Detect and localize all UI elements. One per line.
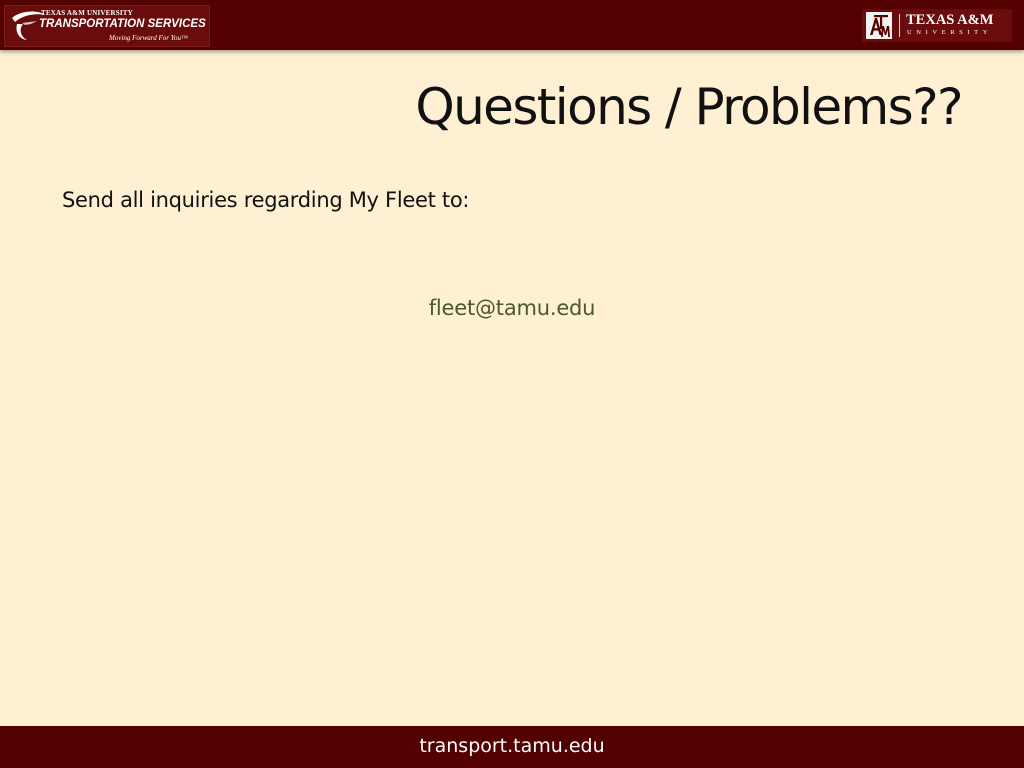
logo-university-subtitle: UNIVERSITY bbox=[907, 29, 992, 36]
email-link[interactable]: fleet@tamu.edu bbox=[0, 296, 1024, 320]
logo-university-name: TEXAS A&M bbox=[906, 12, 994, 28]
logo-divider bbox=[899, 14, 900, 37]
footer-url: transport.tamu.edu bbox=[419, 735, 605, 757]
logo-tagline: Moving Forward For You™ bbox=[109, 34, 188, 42]
logo-university-text: TEXAS A&M UNIVERSITY bbox=[41, 9, 133, 17]
header-bar: TEXAS A&M UNIVERSITY TRANSPORTATION SERV… bbox=[0, 0, 1024, 50]
texas-am-university-logo: TEXAS A&M UNIVERSITY bbox=[862, 9, 1012, 42]
slide-body-text: Send all inquiries regarding My Fleet to… bbox=[62, 188, 470, 212]
slide-title: Questions / Problems?? bbox=[415, 78, 963, 136]
transportation-services-logo: TEXAS A&M UNIVERSITY TRANSPORTATION SERV… bbox=[4, 5, 210, 47]
atm-monogram-icon bbox=[866, 12, 892, 39]
logo-department-name: TRANSPORTATION SERVICES bbox=[39, 18, 206, 30]
footer-bar: transport.tamu.edu bbox=[0, 726, 1024, 768]
